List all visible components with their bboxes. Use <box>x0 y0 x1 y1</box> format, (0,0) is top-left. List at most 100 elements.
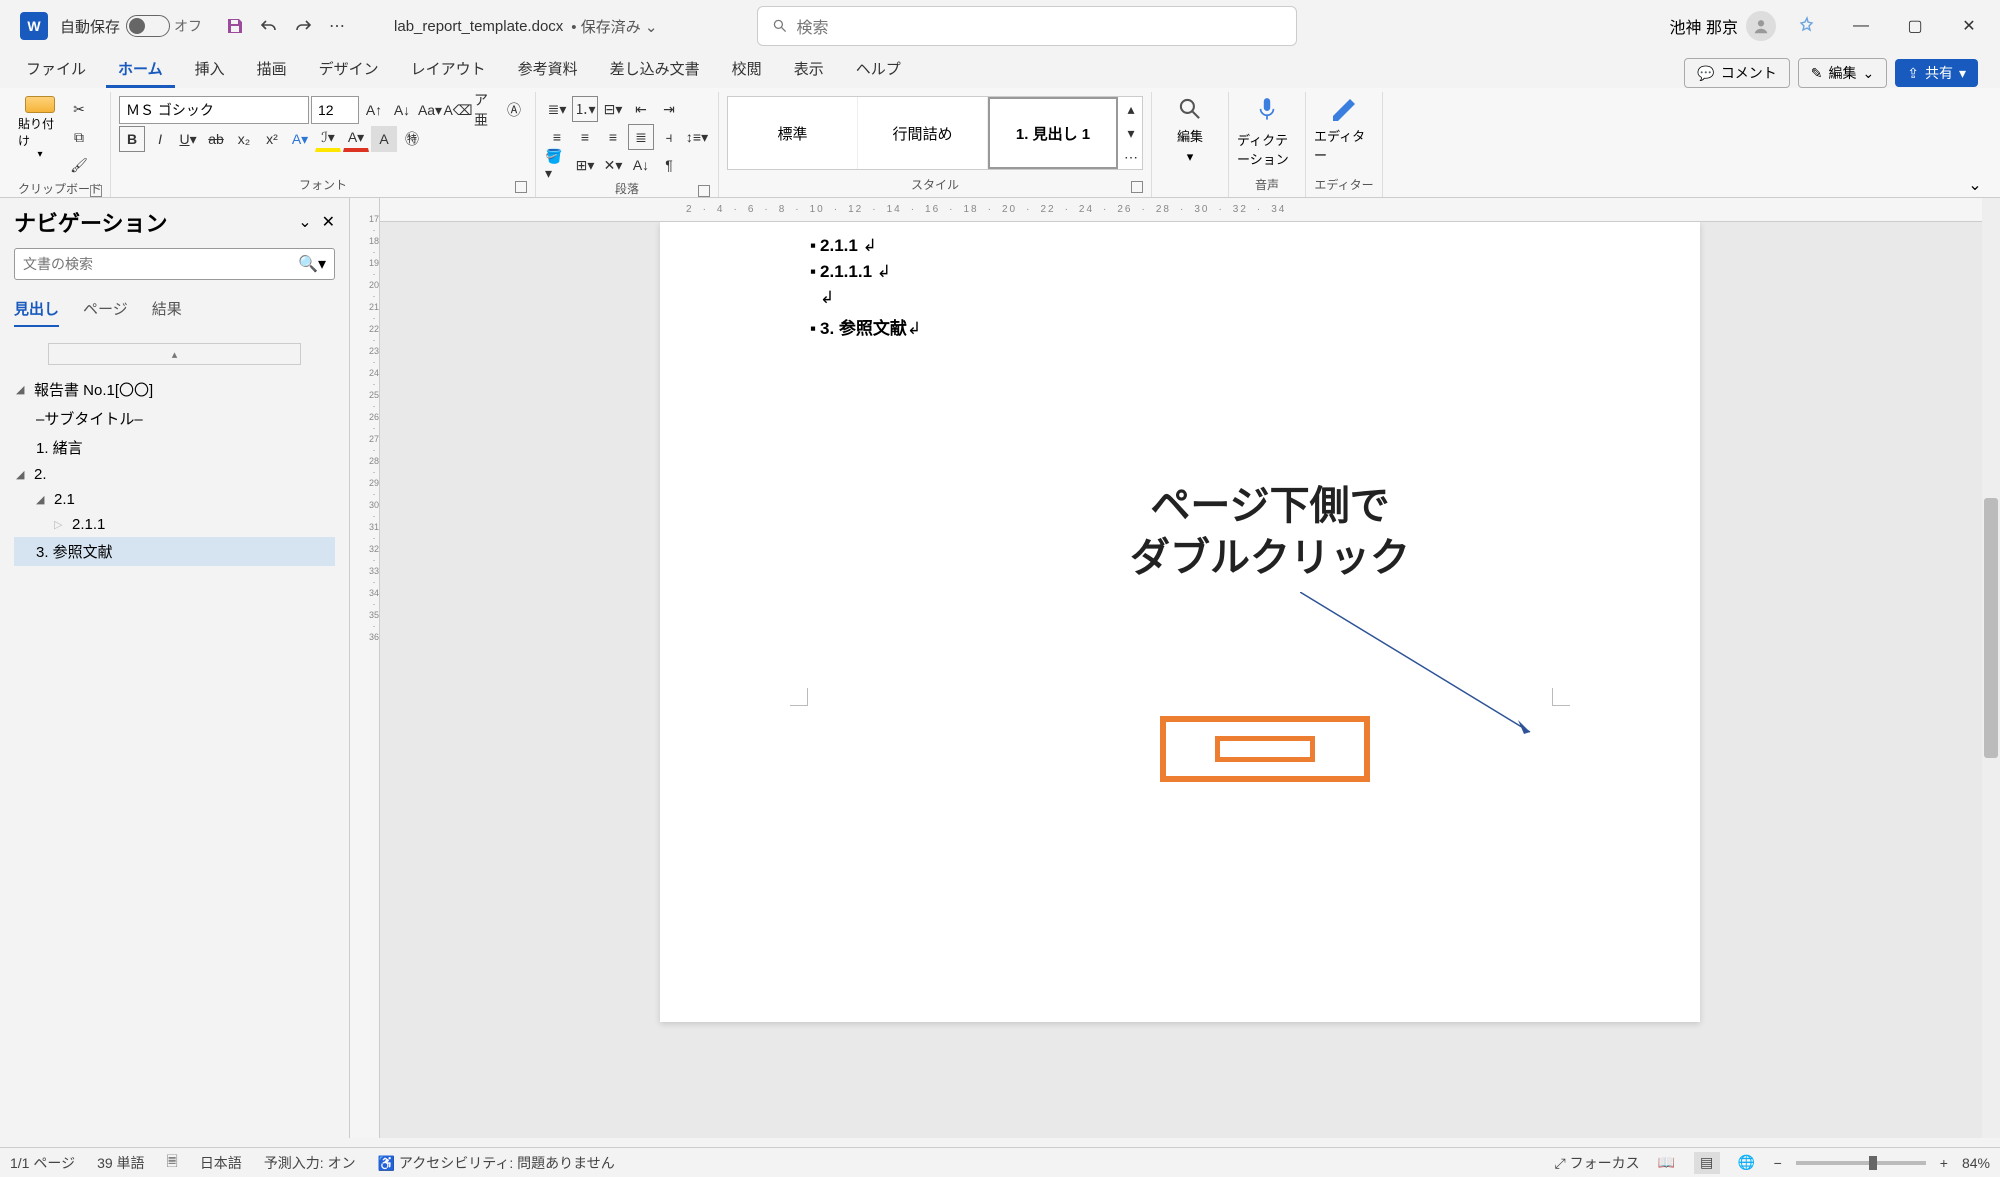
grow-font-icon[interactable]: A↑ <box>361 97 387 123</box>
char-shading-icon[interactable]: A <box>371 126 397 152</box>
change-case-icon[interactable]: Aa▾ <box>417 97 443 123</box>
saved-indicator[interactable]: • 保存済み ⌄ <box>571 16 657 37</box>
superscript-button[interactable]: x² <box>259 126 285 152</box>
tree-item[interactable]: –サブタイトル– <box>14 404 335 433</box>
tab-home[interactable]: ホーム <box>106 52 175 88</box>
nav-collapse-icon[interactable]: ⌄ <box>298 212 311 232</box>
read-mode-icon[interactable]: 📖 <box>1654 1152 1680 1174</box>
highlight-icon[interactable]: ℐ▾ <box>315 126 341 152</box>
paste-button[interactable]: 貼り付け▾ <box>18 96 62 160</box>
distribute-icon[interactable]: ⫞ <box>656 124 682 150</box>
char-border-icon[interactable]: ㊕ <box>399 126 425 152</box>
nav-tab-pages[interactable]: ページ <box>83 298 128 327</box>
italic-button[interactable]: I <box>147 126 173 152</box>
asian-layout-icon[interactable]: ✕▾ <box>600 152 626 178</box>
tab-view[interactable]: 表示 <box>782 52 836 88</box>
status-predictive[interactable]: 予測入力: オン <box>264 1153 356 1173</box>
style-gallery[interactable]: 標準 行間詰め 1. 見出し 1 ▴ ▾ ⋯ <box>727 96 1143 170</box>
text-effects-icon[interactable]: A▾ <box>287 126 313 152</box>
nav-search-input[interactable]: 🔍▾ <box>14 248 335 280</box>
align-left-icon[interactable]: ≡ <box>544 124 570 150</box>
shading-icon[interactable]: 🪣▾ <box>544 152 570 178</box>
nav-jump-button[interactable]: ▴ <box>48 343 301 365</box>
format-painter-icon[interactable]: 🖌 <box>66 152 92 178</box>
cut-icon[interactable]: ✂ <box>66 96 92 122</box>
tree-item[interactable]: ▷2.1.1 <box>14 512 335 537</box>
coming-soon-icon[interactable] <box>1784 6 1830 46</box>
multilevel-icon[interactable]: ⊟▾ <box>600 96 626 122</box>
font-dialog-icon[interactable] <box>515 181 527 193</box>
line-spacing-icon[interactable]: ↕≡▾ <box>684 124 710 150</box>
minimize-icon[interactable]: — <box>1838 6 1884 46</box>
autosave-toggle[interactable] <box>126 15 170 37</box>
vertical-ruler[interactable]: 17·18· 19·20· 21·22· 23·24· 25·26· 27·28… <box>350 198 380 1138</box>
editor-button[interactable]: エディター <box>1314 96 1374 164</box>
style-nospacing[interactable]: 行間詰め <box>858 97 988 169</box>
dec-indent-icon[interactable]: ⇤ <box>628 96 654 122</box>
gallery-down-icon[interactable]: ▾ <box>1118 121 1144 145</box>
maximize-icon[interactable]: ▢ <box>1892 6 1938 46</box>
status-language[interactable]: 日本語 <box>200 1153 242 1173</box>
tab-review[interactable]: 校閲 <box>720 52 774 88</box>
paragraph-dialog-icon[interactable] <box>698 185 710 197</box>
clipboard-dialog-icon[interactable] <box>90 185 102 197</box>
phonetic-guide-icon[interactable]: ア亜 <box>473 97 499 123</box>
tab-layout[interactable]: レイアウト <box>399 52 498 88</box>
status-accessibility[interactable]: ♿ アクセシビリティ: 問題ありません <box>378 1153 615 1173</box>
status-language-icon[interactable]: 🗏 <box>167 1151 178 1175</box>
tree-item[interactable]: 1. 緒言 <box>14 433 335 462</box>
status-page[interactable]: 1/1 ページ <box>10 1153 75 1173</box>
redo-icon[interactable] <box>288 11 318 41</box>
tab-insert[interactable]: 挿入 <box>183 52 237 88</box>
dictation-button[interactable]: ディクテーション <box>1237 96 1297 168</box>
align-right-icon[interactable]: ≡ <box>600 124 626 150</box>
vertical-scrollbar[interactable] <box>1982 198 2000 1138</box>
underline-button[interactable]: U▾ <box>175 126 201 152</box>
subscript-button[interactable]: x₂ <box>231 126 257 152</box>
print-layout-icon[interactable]: ▤ <box>1694 1152 1720 1174</box>
strikethrough-button[interactable]: ab <box>203 126 229 152</box>
zoom-in-button[interactable]: + <box>1940 1155 1948 1171</box>
comments-button[interactable]: 💬 コメント <box>1684 58 1789 88</box>
undo-icon[interactable] <box>254 11 284 41</box>
bullets-icon[interactable]: ≣▾ <box>544 96 570 122</box>
nav-tab-headings[interactable]: 見出し <box>14 298 59 327</box>
editing-mode-button[interactable]: ✎ 編集 ⌄ <box>1798 58 1887 88</box>
page[interactable]: ▪2.1.1 ↲ ▪2.1.1.1 ↲ ↲ ▪3. 参照文献↲ ページ下側で ダ… <box>660 222 1700 1022</box>
gallery-up-icon[interactable]: ▴ <box>1118 97 1144 121</box>
font-family-select[interactable]: ＭＳ ゴシック <box>119 96 309 124</box>
tree-item-selected[interactable]: 3. 参照文献 <box>14 537 335 566</box>
horizontal-ruler[interactable]: 2·4·6·8·10·12·14·16·18·20·22·24·26·28·30… <box>380 198 2000 222</box>
styles-dialog-icon[interactable] <box>1131 181 1143 193</box>
status-wordcount[interactable]: 39 単語 <box>97 1153 144 1173</box>
font-color-icon[interactable]: A▾ <box>343 126 369 152</box>
bold-button[interactable]: B <box>119 126 145 152</box>
nav-close-icon[interactable]: ✕ <box>322 212 335 232</box>
show-marks-icon[interactable]: ¶ <box>656 152 682 178</box>
align-center-icon[interactable]: ≡ <box>572 124 598 150</box>
qat-more-icon[interactable]: ⋯ <box>322 11 352 41</box>
zoom-level[interactable]: 84% <box>1962 1155 1990 1171</box>
tab-mailings[interactable]: 差し込み文書 <box>598 52 712 88</box>
share-button[interactable]: ⇪ 共有 ▾ <box>1895 59 1978 87</box>
copy-icon[interactable]: ⧉ <box>66 124 92 150</box>
nav-tab-results[interactable]: 結果 <box>152 298 182 327</box>
tab-design[interactable]: デザイン <box>307 52 391 88</box>
borders-icon[interactable]: ⊞▾ <box>572 152 598 178</box>
numbering-icon[interactable]: ⒈▾ <box>572 96 598 122</box>
web-layout-icon[interactable]: 🌐 <box>1734 1152 1760 1174</box>
tab-file[interactable]: ファイル <box>14 52 98 88</box>
gallery-more-icon[interactable]: ⋯ <box>1118 145 1144 169</box>
shrink-font-icon[interactable]: A↓ <box>389 97 415 123</box>
tree-item[interactable]: ◢2.1 <box>14 487 335 512</box>
search-box[interactable]: 検索 <box>757 6 1297 46</box>
tab-draw[interactable]: 描画 <box>245 52 299 88</box>
font-size-select[interactable]: 12 <box>311 96 359 124</box>
save-icon[interactable] <box>220 11 250 41</box>
zoom-slider[interactable] <box>1796 1161 1926 1165</box>
tab-references[interactable]: 参考資料 <box>506 52 590 88</box>
focus-mode-button[interactable]: ⤢ フォーカス <box>1555 1153 1640 1173</box>
find-button[interactable]: 編集▾ <box>1160 96 1220 165</box>
document-body[interactable]: ▪2.1.1 ↲ ▪2.1.1.1 ↲ ↲ ▪3. 参照文献↲ <box>810 236 921 345</box>
sort-icon[interactable]: A↓ <box>628 152 654 178</box>
